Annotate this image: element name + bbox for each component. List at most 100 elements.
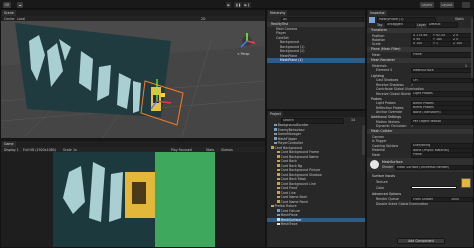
add-component-button[interactable]: Add Component <box>397 238 445 244</box>
collider-mesh-label: Mesh <box>372 152 381 157</box>
scale-label: Scale <box>372 41 381 46</box>
project-scrollbar[interactable] <box>362 125 365 155</box>
project-count: 14 <box>351 118 356 122</box>
image-icon <box>277 150 280 154</box>
image-icon <box>277 164 280 167</box>
materials-label: Materials <box>372 63 387 68</box>
material-icon <box>277 218 280 221</box>
motion-vectors-label: Motion Vectors <box>376 119 400 124</box>
element-0-field[interactable]: MeshSurface <box>411 67 473 74</box>
layer-dropdown[interactable]: Default <box>427 22 458 28</box>
material-icon <box>277 222 280 226</box>
script-icon <box>274 132 277 136</box>
folder-icon <box>271 146 274 149</box>
image-icon <box>277 191 280 194</box>
2d-toggle[interactable]: 2D <box>201 17 205 21</box>
tab-hierarchy[interactable]: Hierarchy <box>268 10 288 16</box>
prefab-icon <box>277 209 280 212</box>
material-name: MeshSurface <box>382 159 403 164</box>
reflection-probes-label: Reflection Probes <box>376 105 404 110</box>
advanced-options-label: Advanced Options <box>372 192 402 196</box>
tab-project[interactable]: Project <box>268 111 283 117</box>
element-label: Element 0 <box>376 68 393 72</box>
project-tabbar: Project <box>267 111 365 117</box>
script-icon <box>274 141 277 145</box>
mesh-collider-header[interactable]: Mesh Collider <box>367 129 473 134</box>
game-viewport <box>1 152 265 247</box>
scale-label: Scale <box>63 147 72 152</box>
image-icon <box>277 173 280 176</box>
inspector-panel: Inspector MeshyPlane (1) Static Tag Unta… <box>366 9 474 248</box>
scale-value[interactable]: 1x <box>73 148 77 152</box>
tab-inspector[interactable]: Inspector <box>368 10 387 16</box>
gizmos-button[interactable]: Gizmos <box>221 148 233 152</box>
image-icon <box>277 155 280 158</box>
double-sided-gi-label: Double Sided Global Illumination <box>376 202 429 206</box>
space-toggle[interactable]: Local <box>17 17 25 21</box>
hierarchy-tabbar: Hierarchy <box>267 10 365 16</box>
image-icon <box>277 159 280 163</box>
step-button[interactable]: ▶❙ <box>243 1 252 8</box>
layer-label: Layer <box>417 22 426 27</box>
cast-shadows-label: Cast Shadows <box>376 78 399 82</box>
scale-x-field[interactable]: X 100 <box>411 41 433 47</box>
hierarchy-panel: Hierarchy All RealityTest Main Camera Pl… <box>266 9 366 110</box>
play-button[interactable]: ▶ <box>226 1 232 8</box>
search-icon[interactable] <box>462 1 470 8</box>
project-list: BackgroundScroller EnemyBehaviour GameMa… <box>267 123 365 247</box>
play-focused-dropdown[interactable]: Play Focused <box>171 148 192 152</box>
mesh-renderer-header[interactable]: Mesh Renderer <box>367 58 473 63</box>
transform-header[interactable]: Transform <box>367 28 473 33</box>
mesh-filter-header[interactable]: Plane (Mesh Filter) <box>367 47 473 52</box>
collider-mesh-field[interactable]: Plane <box>411 152 473 158</box>
material-preview-icon <box>370 160 379 169</box>
account-button[interactable]: DR <box>3 1 11 8</box>
script-icon <box>274 123 277 127</box>
scale-y-field[interactable]: Y 1 <box>431 41 453 47</box>
render-queue-value[interactable]: 3000 <box>449 196 473 203</box>
color-swatch[interactable] <box>411 185 457 190</box>
persp-label[interactable]: < Persp <box>237 52 249 56</box>
scale-z-field[interactable]: Z 100 <box>451 41 473 47</box>
receive-shadows-label: Receive Shadows <box>376 82 404 87</box>
cloud-icon[interactable]: ☁ <box>17 1 24 8</box>
image-icon <box>277 177 280 181</box>
pause-button[interactable]: ❚❚ <box>234 1 243 8</box>
anchor-override-label: Anchor Override <box>376 110 403 114</box>
tag-dropdown[interactable]: Untagged <box>385 22 416 28</box>
dynamic-occlusion-label: Dynamic Occlusion <box>376 124 407 128</box>
motion-vectors-dropdown[interactable]: Per Object Motion <box>411 119 473 125</box>
receive-shadows-checkbox[interactable]: ✓ <box>411 83 414 87</box>
main-toolbar: DR ☁ ▶ ❚❚ ▶❙ Layers Layout <box>0 0 474 9</box>
image-icon <box>277 200 280 203</box>
pivot-toggle[interactable]: Center <box>4 17 15 21</box>
image-icon <box>277 186 280 190</box>
shader-dropdown[interactable]: Mask Surface (Universal Render) <box>395 164 473 171</box>
project-panel: Project Search 14 BackgroundScroller Ene… <box>266 110 366 248</box>
dynamic-occlusion-checkbox[interactable]: ✓ <box>411 124 414 128</box>
scene-panel: Scene Center Local 2D < Persp <box>0 9 266 139</box>
physic-material-label: Material <box>372 148 385 152</box>
cast-shadows-dropdown[interactable]: On <box>411 77 473 84</box>
image-icon <box>277 182 280 185</box>
project-item[interactable]: MeshTrace <box>267 222 365 227</box>
aspect-dropdown[interactable]: Full HD (1920x1080) <box>23 148 56 152</box>
layers-dropdown[interactable]: Layers <box>420 1 434 8</box>
is-trigger-label: Is Trigger <box>372 139 387 143</box>
scene-viewport[interactable] <box>1 21 266 139</box>
texture-label: Texture <box>376 180 388 184</box>
layout-dropdown[interactable]: Layout <box>440 1 454 8</box>
mesh-field[interactable]: Plane <box>411 52 473 58</box>
texture-thumbnail[interactable] <box>461 178 471 188</box>
light-probes-label: Light Probes <box>376 101 396 105</box>
script-icon <box>274 128 277 131</box>
color-label: Color <box>376 186 385 190</box>
tag-label: Tag <box>377 22 383 27</box>
folder-icon <box>271 204 274 208</box>
cooking-options-label: Cooking Options <box>372 143 399 148</box>
display-dropdown[interactable]: Display 1 <box>4 148 19 152</box>
hierarchy-item-selected[interactable]: MeshPlane (1) <box>267 58 365 63</box>
stats-button[interactable]: Stats <box>206 148 214 152</box>
image-icon <box>277 168 280 172</box>
static-toggle[interactable]: Static <box>455 17 464 21</box>
